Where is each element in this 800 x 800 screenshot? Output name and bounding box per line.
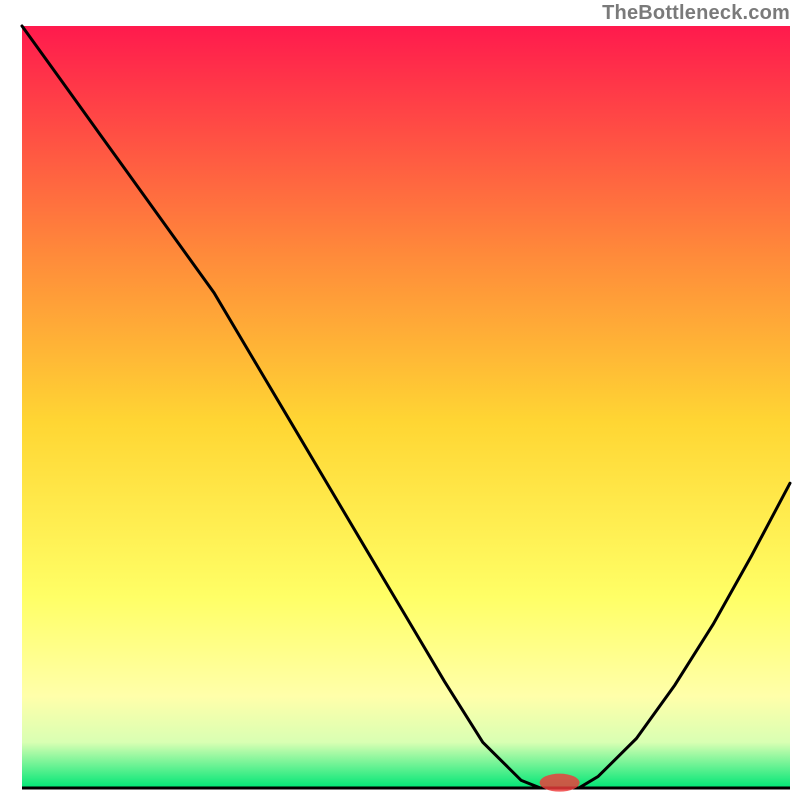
plot-background [22,26,790,788]
bottleneck-plot [0,0,800,800]
watermark-text: TheBottleneck.com [602,2,790,25]
optimal-marker [540,774,580,792]
chart-container: TheBottleneck.com [0,0,800,800]
